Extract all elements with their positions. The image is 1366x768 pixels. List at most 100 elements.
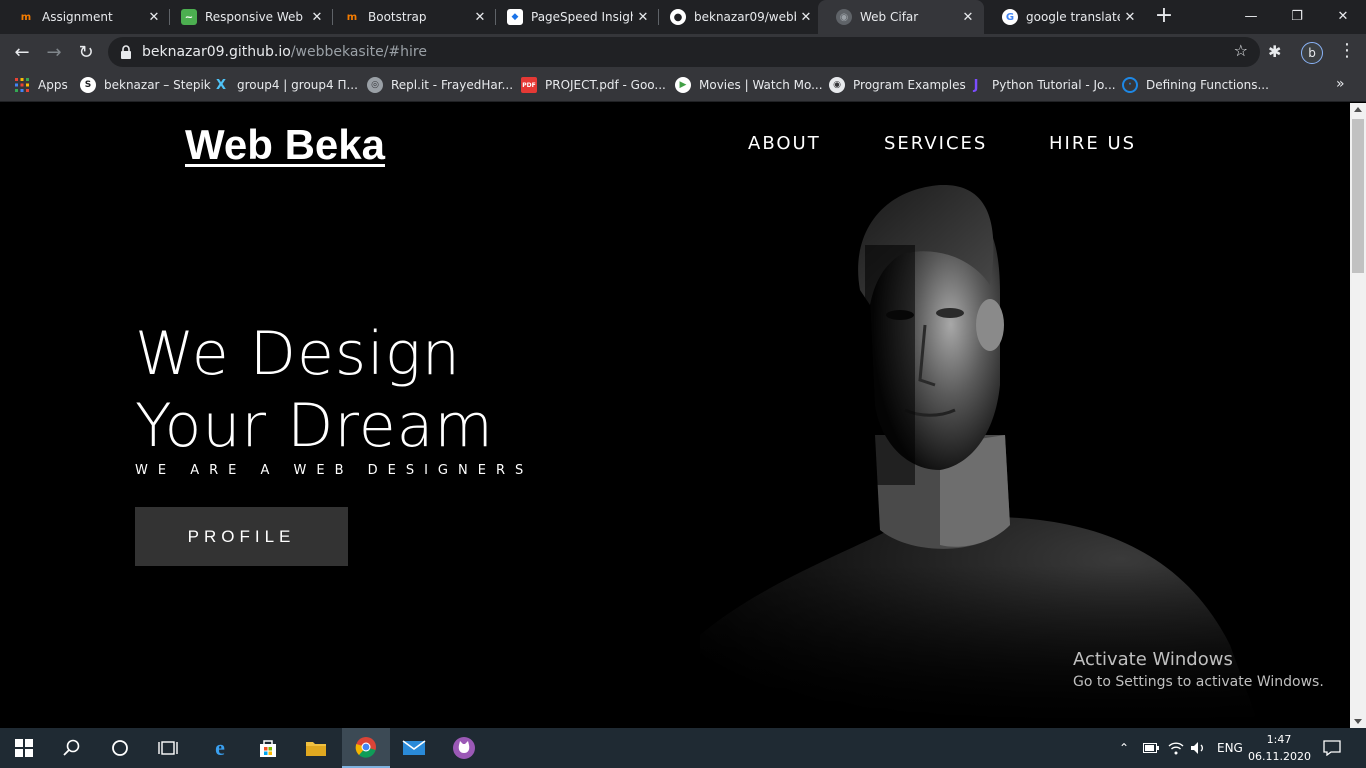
bookmark-label: Repl.it - FrayedHar... (391, 78, 514, 92)
tab-pagespeed[interactable]: ◆ PageSpeed Insight ✕ (489, 0, 659, 34)
scrollbar-thumb[interactable] (1352, 119, 1364, 273)
web-page: Web Beka ABOUT SERVICES HIRE US We Desig… (0, 103, 1350, 728)
tab-title: PageSpeed Insight (531, 10, 633, 24)
stepik-icon: S (80, 77, 96, 93)
chevron-right-icon[interactable]: » (1336, 76, 1345, 92)
notifications-icon[interactable] (1323, 728, 1341, 768)
scroll-up-icon[interactable] (1354, 107, 1362, 112)
tab-favicon: ◆ (507, 9, 523, 25)
github-icon: ● (670, 9, 686, 25)
scroll-down-icon[interactable] (1354, 719, 1362, 724)
edge-icon[interactable]: e (196, 728, 244, 768)
close-icon[interactable]: ✕ (144, 7, 164, 27)
activate-windows-watermark: Activate Windows Go to Settings to activ… (1073, 649, 1324, 690)
bookmark-defining-functions[interactable]: · Defining Functions... (1122, 70, 1269, 100)
close-icon[interactable]: ✕ (470, 7, 490, 27)
menu-icon[interactable]: ⋮ (1338, 40, 1356, 61)
hero-tagline: WE ARE A WEB DESIGNERS (135, 463, 534, 478)
tab-title: Bootstrap (368, 10, 427, 24)
chevron-up-icon[interactable]: ⌃ (1119, 728, 1129, 768)
close-icon[interactable]: ✕ (307, 7, 327, 27)
site-logo[interactable]: Web Beka (185, 121, 385, 169)
globe-icon: ◉ (829, 77, 845, 93)
reload-icon[interactable]: ↻ (72, 38, 100, 66)
tab-github[interactable]: ● beknazar09/webbe ✕ (652, 0, 822, 34)
bookmark-label: Python Tutorial - Jo... (992, 78, 1116, 92)
bookmark-star-icon[interactable]: ☆ (1234, 41, 1248, 60)
tab-web-cifar[interactable]: ◉ Web Cifar ✕ (818, 0, 984, 34)
clock[interactable]: 1:47 06.11.2020 (1248, 731, 1311, 765)
hero-headline: We Design Your Dream (135, 318, 494, 462)
tab-title: beknazar09/webbe (694, 10, 796, 24)
bookmark-replit[interactable]: ◎ Repl.it - FrayedHar... (367, 70, 513, 100)
nav-link-about[interactable]: ABOUT (748, 133, 821, 154)
bookmark-program-examples[interactable]: ◉ Program Examples (829, 70, 966, 100)
forward-icon[interactable]: → (40, 38, 68, 66)
tab-responsive-web[interactable]: ~ Responsive Web D ✕ (163, 0, 333, 34)
activate-windows-title: Activate Windows (1073, 649, 1233, 670)
url-path: /webbekasite/#hire (290, 44, 427, 60)
bookmark-project-pdf[interactable]: PDF PROJECT.pdf - Goo... (521, 70, 666, 100)
tab-title: google translate - (1026, 10, 1120, 24)
close-icon[interactable]: ✕ (1120, 7, 1140, 27)
tab-favicon: m (20, 11, 32, 23)
back-icon[interactable]: ← (8, 38, 36, 66)
bookmark-label: group4 | group4 П... (237, 78, 358, 92)
cortana-icon[interactable] (96, 728, 144, 768)
app-cat-icon[interactable] (440, 728, 488, 768)
close-icon[interactable]: ✕ (796, 7, 816, 27)
close-icon[interactable]: ✕ (958, 7, 978, 27)
wifi-icon[interactable] (1168, 728, 1184, 768)
mail-icon[interactable] (390, 728, 438, 768)
bookmark-movies[interactable]: ▶ Movies | Watch Mo... (675, 70, 823, 100)
volume-icon[interactable] (1190, 728, 1206, 768)
language-indicator[interactable]: ENG (1217, 728, 1243, 768)
bookmark-apps[interactable]: Apps (14, 70, 68, 100)
hero-headline-line1: We Design (135, 319, 461, 389)
store-icon[interactable] (244, 728, 292, 768)
tab-bootstrap[interactable]: m Bootstrap ✕ (326, 0, 496, 34)
search-icon[interactable] (48, 728, 96, 768)
windows-start-icon[interactable] (0, 728, 48, 768)
extensions-icon[interactable]: ✱ (1268, 42, 1281, 61)
battery-icon[interactable] (1143, 728, 1159, 768)
clock-date: 06.11.2020 (1248, 750, 1311, 763)
page-scrollbar[interactable] (1350, 103, 1366, 728)
restore-button[interactable]: ❐ (1274, 0, 1320, 32)
globe-icon: ◉ (836, 9, 852, 25)
bookmark-label: Program Examples (853, 78, 966, 92)
bookmark-python-tutorial[interactable]: J Python Tutorial - Jo... (968, 70, 1116, 100)
task-view-icon[interactable] (144, 728, 192, 768)
google-icon: G (1002, 9, 1018, 25)
bookmark-label: beknazar – Stepik (104, 78, 211, 92)
chrome-icon[interactable] (342, 728, 390, 768)
tab-assignment[interactable]: m Assignment ✕ (0, 0, 170, 34)
bookmark-label: Movies | Watch Mo... (699, 78, 823, 92)
python-tutorial-icon: J (973, 77, 979, 93)
address-bar[interactable]: beknazar09.github.io/webbekasite/#hire ☆ (108, 37, 1260, 67)
profile-button[interactable]: PROFILE (135, 507, 348, 566)
file-explorer-icon[interactable] (292, 728, 340, 768)
pdf-icon: PDF (521, 77, 537, 93)
url-text: beknazar09.github.io/webbekasite/#hire (142, 37, 427, 67)
nav-link-hire-us[interactable]: HIRE US (1049, 133, 1136, 154)
hero-headline-line2: Your Dream (135, 391, 494, 461)
bookmark-label: Defining Functions... (1146, 78, 1269, 92)
bookmark-stepik[interactable]: S beknazar – Stepik (80, 70, 211, 100)
profile-avatar[interactable]: b (1301, 42, 1323, 64)
tab-favicon: m (346, 11, 358, 23)
tab-favicon: ~ (181, 9, 197, 25)
browser-toolbar: ← → ↻ beknazar09.github.io/webbekasite/#… (0, 34, 1366, 70)
play-icon: ▶ (675, 77, 691, 93)
minimize-button[interactable]: — (1228, 0, 1274, 32)
tab-google-translate[interactable]: G google translate - ✕ (984, 0, 1146, 34)
hero-portrait-image (700, 185, 1260, 728)
close-icon[interactable]: ✕ (633, 7, 653, 27)
bookmark-group4[interactable]: X group4 | group4 П... (213, 70, 358, 100)
defining-functions-icon: · (1122, 77, 1138, 93)
group4-icon: X (215, 77, 227, 93)
nav-link-services[interactable]: SERVICES (884, 133, 987, 154)
window-close-button[interactable]: ✕ (1320, 0, 1366, 32)
replit-icon: ◎ (367, 77, 383, 93)
new-tab-button[interactable]: + (1152, 5, 1176, 29)
